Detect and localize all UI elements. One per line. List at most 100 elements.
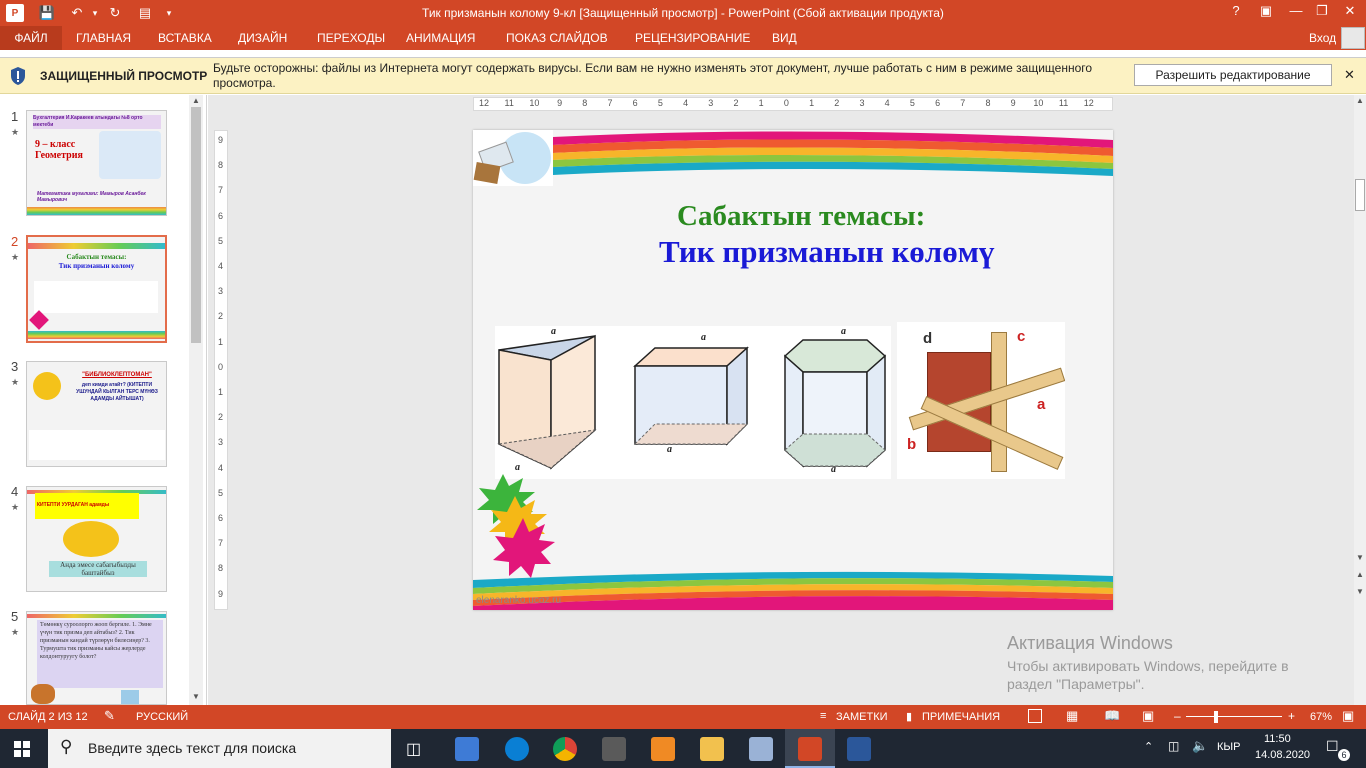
language-indicator[interactable]: РУССКИЙ bbox=[136, 711, 188, 723]
thumb-image bbox=[34, 281, 158, 313]
scroll-down-icon[interactable]: ▼ bbox=[1356, 553, 1364, 562]
slideshow-view-icon[interactable]: ▣ bbox=[1142, 708, 1154, 724]
ruler-tick-label: 12 bbox=[1083, 98, 1094, 108]
tab-slideshow[interactable]: ПОКАЗ СЛАЙДОВ bbox=[506, 31, 608, 45]
thumb-number: 1 bbox=[11, 109, 19, 124]
label-a: a bbox=[701, 332, 706, 343]
paint-icon[interactable] bbox=[749, 737, 773, 761]
pdf-app-icon[interactable] bbox=[651, 737, 675, 761]
slide-thumb-1[interactable]: Бухгалтерия И.Каракеев атындагы №8 орто … bbox=[26, 110, 167, 216]
slide-thumb-5[interactable]: Төмөнкү суроолорго жооп бергиле. 1. Эмне… bbox=[26, 611, 167, 705]
chrome-icon[interactable] bbox=[553, 737, 577, 761]
notes-button[interactable]: ЗАМЕТКИ bbox=[836, 711, 888, 723]
sign-in-link[interactable]: Вход bbox=[1309, 31, 1336, 45]
thumb-smiley-image bbox=[33, 372, 61, 400]
zoom-slider-track[interactable] bbox=[1186, 716, 1282, 717]
protected-view-bar: ЗАЩИЩЕННЫЙ ПРОСМОТР Будьте осторожны: фа… bbox=[0, 58, 1366, 94]
thumb-image bbox=[121, 690, 139, 704]
help-button[interactable]: ? bbox=[1222, 3, 1250, 23]
reading-view-icon[interactable]: 📖 bbox=[1104, 708, 1120, 724]
avatar[interactable] bbox=[1341, 27, 1365, 49]
notification-badge: 6 bbox=[1338, 749, 1350, 761]
tab-file[interactable]: ФАЙЛ bbox=[0, 26, 62, 50]
enable-editing-button[interactable]: Разрешить редактирование bbox=[1134, 64, 1332, 86]
thumb-text: Анда эмесе сабагыбызды баштайбыз bbox=[49, 561, 147, 577]
clock-date[interactable]: 14.08.2020 bbox=[1255, 749, 1310, 761]
keyboard-language[interactable]: КЫР bbox=[1217, 741, 1240, 753]
ruler-tick-label: 4 bbox=[218, 462, 224, 473]
ruler-tick-label: 9 bbox=[557, 98, 563, 108]
ruler-tick-label: 5 bbox=[218, 487, 224, 498]
thumb-star-shape bbox=[29, 310, 49, 330]
notifications-icon[interactable]: ☐ bbox=[1326, 738, 1339, 755]
slide-thumb-3[interactable]: "БИБЛИОКЛЕПТОМАН" деп кимди атайт? (КИТЕ… bbox=[26, 361, 167, 467]
fit-slide-icon[interactable]: ▣ bbox=[1342, 708, 1354, 724]
comments-button[interactable]: ПРИМЕЧАНИЯ bbox=[922, 711, 1000, 723]
editor-scrollbar[interactable]: ▲ ▼ ▲ ▼ bbox=[1354, 95, 1366, 705]
ribbon-display-options-icon[interactable]: ▣ bbox=[1252, 3, 1280, 23]
ruler-tick-label: 9 bbox=[1010, 98, 1016, 108]
network-icon[interactable]: ◫ bbox=[1168, 739, 1179, 753]
ruler-tick-label: 9 bbox=[218, 588, 224, 599]
thumb-stripe bbox=[27, 207, 166, 215]
next-slide-icon[interactable]: ▼ bbox=[1356, 587, 1364, 596]
tab-transitions[interactable]: ПЕРЕХОДЫ bbox=[317, 31, 385, 45]
calculator-icon[interactable] bbox=[602, 737, 626, 761]
zoom-slider-thumb[interactable] bbox=[1214, 711, 1218, 723]
ruler-tick-label: 6 bbox=[632, 98, 638, 108]
brick-measuring-image: d c a b bbox=[897, 322, 1065, 479]
taskbar-search[interactable]: ⚲ Введите здесь текст для поиска bbox=[48, 729, 391, 768]
comments-icon: ▮ bbox=[906, 711, 913, 723]
minimize-button[interactable]: — bbox=[1282, 3, 1310, 23]
ruler-tick-label: 10 bbox=[529, 98, 540, 108]
scroll-up-icon[interactable]: ▲ bbox=[192, 96, 200, 105]
ruler-tick-label: 3 bbox=[859, 98, 865, 108]
scroll-thumb[interactable] bbox=[191, 107, 201, 343]
volume-icon[interactable]: 🔈 bbox=[1192, 738, 1208, 754]
normal-view-icon[interactable] bbox=[1028, 709, 1042, 723]
search-icon: ⚲ bbox=[60, 737, 73, 756]
prisms-drawing bbox=[497, 334, 887, 470]
scroll-thumb[interactable] bbox=[1355, 179, 1365, 211]
slide-canvas[interactable]: Сабактын темасы: Тик призманын көлөмү a … bbox=[473, 130, 1113, 610]
edge-icon[interactable] bbox=[505, 737, 529, 761]
slide-thumb-4[interactable]: КИТЕПТИ УУРДАГАН адамды Анда эмесе сабаг… bbox=[26, 486, 167, 592]
scroll-up-icon[interactable]: ▲ bbox=[1356, 96, 1364, 105]
scroll-down-icon[interactable]: ▼ bbox=[192, 692, 200, 701]
task-view-icon[interactable]: ◫ bbox=[406, 739, 421, 759]
ruler-tick-label: 7 bbox=[607, 98, 613, 108]
thumb-stripe bbox=[28, 243, 165, 249]
previous-slide-icon[interactable]: ▲ bbox=[1356, 570, 1364, 579]
close-button[interactable]: ✕ bbox=[1336, 3, 1364, 23]
tab-design[interactable]: ДИЗАЙН bbox=[238, 31, 287, 45]
thumb-subtitle: Тик призманын колому bbox=[58, 262, 135, 270]
ruler-tick-label: 0 bbox=[783, 98, 789, 108]
tab-review[interactable]: РЕЦЕНЗИРОВАНИЕ bbox=[635, 31, 750, 45]
search-input[interactable]: Введите здесь текст для поиска bbox=[88, 740, 296, 756]
spellcheck-icon[interactable]: ✎ bbox=[104, 708, 115, 724]
tab-insert[interactable]: ВСТАВКА bbox=[158, 31, 212, 45]
maximize-button[interactable]: ❐ bbox=[1308, 3, 1336, 23]
thumbnails-scrollbar[interactable]: ▲ ▼ bbox=[189, 95, 203, 705]
close-bar-icon[interactable]: ✕ bbox=[1344, 67, 1355, 83]
zoom-in-icon[interactable]: + bbox=[1288, 709, 1295, 723]
notes-icon: ≡ bbox=[820, 710, 827, 722]
zoom-level[interactable]: 67% bbox=[1310, 711, 1332, 723]
windows-start-icon[interactable] bbox=[14, 741, 30, 757]
slide-thumb-2-selected[interactable]: Сабактын темасы: Тик призманын колому bbox=[26, 235, 167, 343]
zoom-out-icon[interactable]: – bbox=[1174, 709, 1181, 723]
taskbar-active-app[interactable] bbox=[785, 729, 835, 768]
microsoft-store-icon[interactable] bbox=[455, 737, 479, 761]
ruler-tick-label: 3 bbox=[708, 98, 714, 108]
file-explorer-icon[interactable] bbox=[700, 737, 724, 761]
word-icon[interactable] bbox=[847, 737, 871, 761]
show-hidden-icons-icon[interactable]: ⌃ bbox=[1144, 740, 1153, 753]
tab-home[interactable]: ГЛАВНАЯ bbox=[76, 31, 131, 45]
tab-view[interactable]: ВИД bbox=[772, 31, 797, 45]
thumb-stripe bbox=[28, 331, 165, 339]
slide-sorter-icon[interactable]: ▦ bbox=[1066, 708, 1078, 724]
slide-counter[interactable]: СЛАЙД 2 ИЗ 12 bbox=[8, 711, 88, 723]
clock-time[interactable]: 11:50 bbox=[1264, 733, 1291, 745]
windows-activation-watermark: Активация Windows Чтобы активировать Win… bbox=[1007, 633, 1347, 692]
tab-animation[interactable]: АНИМАЦИЯ bbox=[406, 31, 475, 45]
